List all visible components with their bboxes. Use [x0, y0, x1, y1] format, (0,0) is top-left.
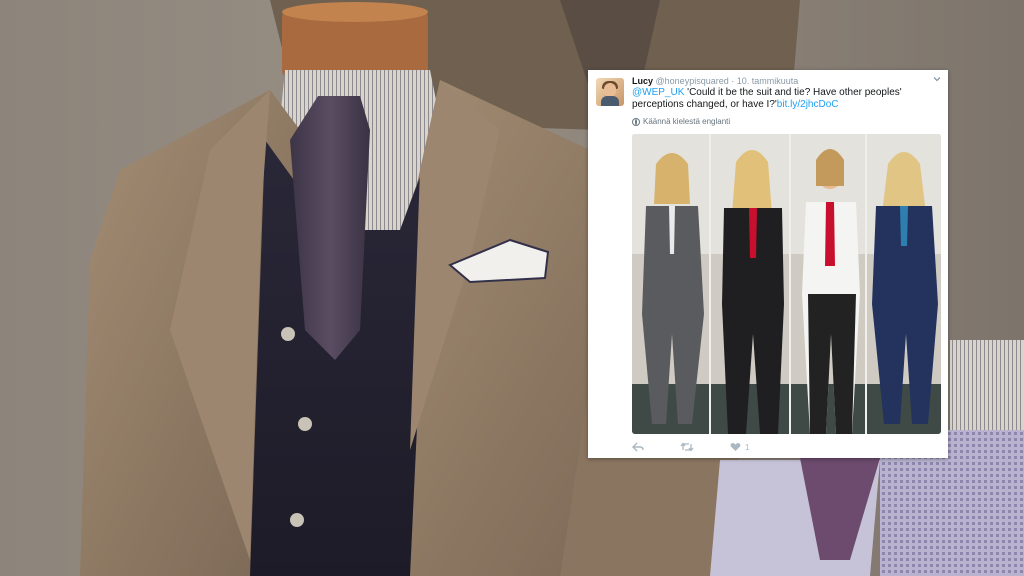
tweet-photo[interactable]: [632, 134, 941, 434]
separator: ·: [731, 76, 735, 86]
retweet-button[interactable]: [680, 442, 694, 452]
url-link[interactable]: bit.ly/2jhcDoC: [777, 99, 839, 110]
tweet-card: Lucy @honeypisquared · 10. tammikuuta @W…: [588, 70, 948, 458]
avatar[interactable]: [596, 78, 624, 106]
like-button[interactable]: 1: [730, 442, 749, 452]
tweet-text: @WEP_UK 'Could it be the suit and tie? H…: [632, 87, 932, 111]
tweet-actions: 1: [632, 441, 785, 453]
handle[interactable]: @honeypisquared: [656, 76, 729, 86]
display-name[interactable]: Lucy: [632, 76, 653, 86]
globe-icon: [632, 117, 640, 126]
mention-link[interactable]: @WEP_UK: [632, 87, 684, 98]
heart-icon: [730, 443, 741, 451]
translate-link[interactable]: Käännä kielestä englanti: [632, 117, 730, 126]
tweet-date[interactable]: 10. tammikuuta: [737, 76, 799, 86]
translate-label: Käännä kielestä englanti: [643, 117, 731, 126]
reply-button[interactable]: [632, 442, 644, 452]
retweet-icon: [680, 442, 694, 452]
reply-icon: [632, 442, 644, 452]
chevron-down-icon[interactable]: [932, 74, 942, 84]
tweet-header: Lucy @honeypisquared · 10. tammikuuta: [632, 76, 798, 86]
like-count: 1: [745, 442, 750, 452]
